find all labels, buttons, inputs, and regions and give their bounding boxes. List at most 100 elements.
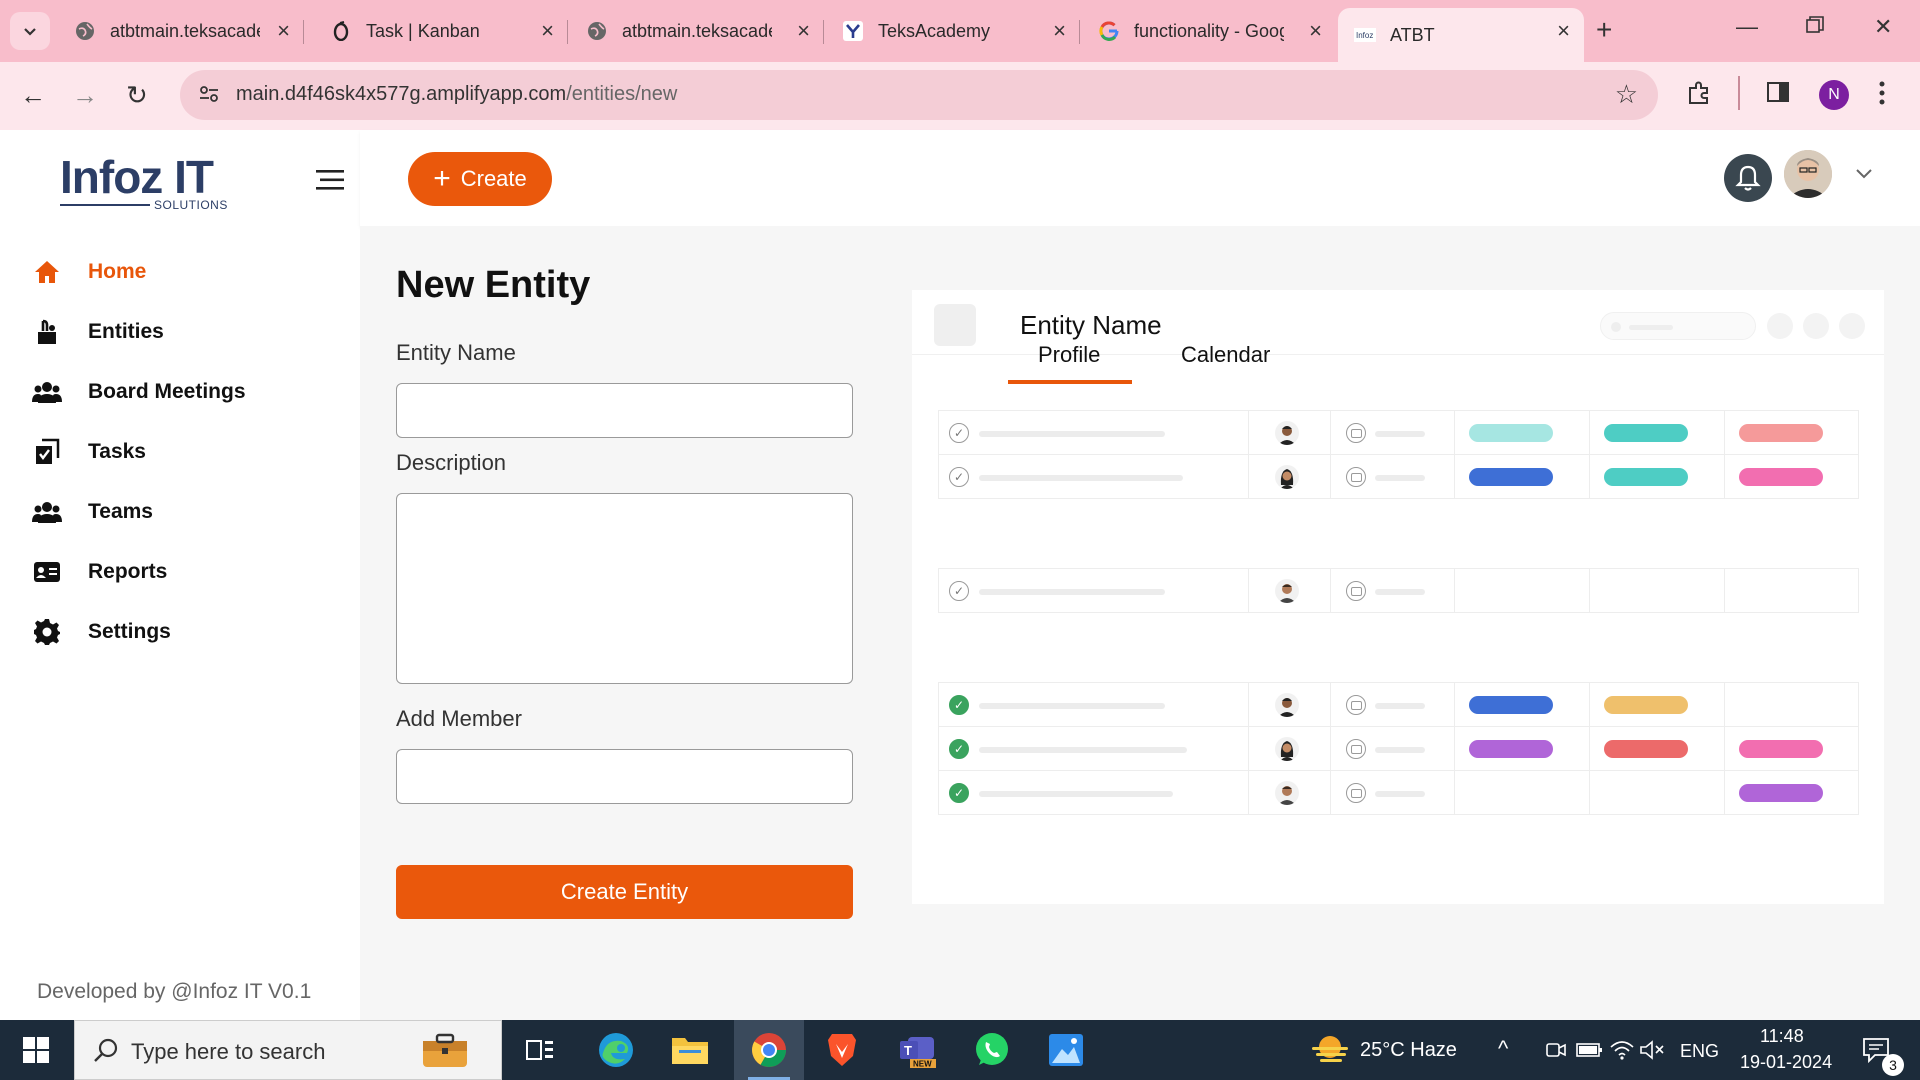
hamburger-menu-icon[interactable] xyxy=(316,170,344,195)
close-window-button[interactable]: ✕ xyxy=(1874,14,1892,40)
add-member-input[interactable] xyxy=(396,749,853,804)
chrome-icon xyxy=(752,1033,786,1067)
tab-profile[interactable]: Profile xyxy=(1038,342,1100,368)
search-placeholder: Type here to search xyxy=(131,1039,326,1064)
forward-button[interactable]: → xyxy=(72,80,98,111)
chevron-down-icon[interactable] xyxy=(1856,166,1872,184)
tab-label: atbtmain.teksacademy xyxy=(622,20,772,41)
table-row: ✓ xyxy=(938,726,1859,771)
active-tab-indicator xyxy=(1008,380,1132,384)
sidebar-item-reports[interactable]: Reports xyxy=(32,552,167,592)
sidebar-item-label: Teams xyxy=(88,500,153,523)
extensions-icon[interactable] xyxy=(1686,80,1712,111)
users-group-icon xyxy=(32,377,62,407)
sidebar-item-label: Home xyxy=(88,260,147,283)
volume-muted-icon[interactable] xyxy=(1630,1028,1674,1072)
developer-footer: Developed by @Infoz IT V0.1 xyxy=(37,980,312,1003)
google-icon xyxy=(1098,20,1120,42)
browser-tab-3[interactable]: atbtmain.teksacademy × xyxy=(570,8,824,54)
side-panel-icon[interactable] xyxy=(1766,80,1790,109)
chevron-up-icon[interactable]: ^ xyxy=(1498,1036,1508,1062)
weather-widget[interactable] xyxy=(1308,1028,1352,1072)
tasks-icon xyxy=(32,437,62,467)
restore-button[interactable] xyxy=(1806,14,1824,40)
edge-app[interactable] xyxy=(594,1028,638,1072)
placeholder-line xyxy=(979,475,1183,481)
browser-tab-active[interactable]: Infoz ATBT × xyxy=(1338,8,1584,62)
bell-icon xyxy=(1735,165,1761,191)
site-settings-icon[interactable] xyxy=(198,83,220,110)
create-entity-button[interactable]: Create Entity xyxy=(396,865,853,919)
chrome-app[interactable] xyxy=(747,1028,791,1072)
sidebar-item-board-meetings[interactable]: Board Meetings xyxy=(32,372,246,412)
avatar xyxy=(1275,737,1299,761)
close-icon[interactable]: × xyxy=(1053,20,1066,42)
globe-icon xyxy=(74,20,96,42)
sidebar-item-entities[interactable]: Entities xyxy=(32,312,164,352)
language-indicator[interactable]: ENG xyxy=(1680,1041,1719,1062)
browser-tab-2[interactable]: Task | Kanban × xyxy=(314,8,568,54)
browser-tab-5[interactable]: functionality - Google × xyxy=(1082,8,1336,54)
description-label: Description xyxy=(396,450,507,475)
minimize-button[interactable]: — xyxy=(1736,14,1758,40)
sidebar-item-tasks[interactable]: Tasks xyxy=(32,432,146,472)
home-icon xyxy=(32,257,62,287)
clock-time[interactable]: 11:48 xyxy=(1760,1026,1804,1047)
whatsapp-app[interactable] xyxy=(970,1028,1014,1072)
tab-calendar[interactable]: Calendar xyxy=(1181,342,1270,368)
create-button[interactable]: + Create xyxy=(408,152,552,206)
placeholder-line xyxy=(979,703,1165,709)
avatar xyxy=(1275,781,1299,805)
sidebar-item-settings[interactable]: Settings xyxy=(32,612,171,652)
divider xyxy=(1738,76,1740,110)
teams-app[interactable]: T NEW xyxy=(896,1028,940,1072)
file-explorer-app[interactable] xyxy=(668,1028,712,1072)
close-icon[interactable]: × xyxy=(1309,20,1322,42)
menu-dots-icon[interactable] xyxy=(1878,80,1886,111)
task-view-button[interactable] xyxy=(518,1028,562,1072)
infoz-icon: Infoz xyxy=(1354,24,1376,46)
brave-app[interactable] xyxy=(820,1028,864,1072)
description-textarea[interactable] xyxy=(396,493,853,684)
tab-label: Task | Kanban xyxy=(366,20,480,41)
close-icon[interactable]: × xyxy=(797,20,810,42)
close-icon[interactable]: × xyxy=(1557,20,1570,42)
url-field[interactable]: main.d4f46sk4x577g.amplifyapp.com/entiti… xyxy=(180,70,1658,120)
clock-date[interactable]: 19-01-2024 xyxy=(1740,1052,1832,1073)
back-button[interactable]: ← xyxy=(20,80,46,111)
sidebar-item-label: Reports xyxy=(88,560,168,583)
logo-underline xyxy=(60,204,150,206)
status-tag xyxy=(1469,424,1553,442)
browser-tab-4[interactable]: TeksAcademy × xyxy=(826,8,1080,54)
browser-address-bar: ← → ↻ main.d4f46sk4x577g.amplifyapp.com/… xyxy=(0,62,1920,130)
status-tag xyxy=(1739,740,1823,758)
status-tag xyxy=(1469,468,1553,486)
profile-avatar[interactable]: N xyxy=(1819,80,1849,110)
sidebar-item-teams[interactable]: Teams xyxy=(32,492,153,532)
photos-app[interactable] xyxy=(1044,1028,1088,1072)
windows-start-button[interactable] xyxy=(14,1028,58,1072)
entity-name-label: Entity Name xyxy=(396,340,516,365)
reload-button[interactable]: ↻ xyxy=(126,80,148,111)
browser-tab-1[interactable]: atbtmain.teksacademy × xyxy=(58,8,304,54)
entity-name-input[interactable] xyxy=(396,383,853,438)
url-text: main.d4f46sk4x577g.amplifyapp.com/entiti… xyxy=(236,83,678,105)
tab-search-button[interactable] xyxy=(10,12,50,50)
sidebar-item-label: Settings xyxy=(88,620,171,643)
user-avatar[interactable] xyxy=(1784,150,1832,198)
placeholder-line xyxy=(979,589,1165,595)
plus-icon: + xyxy=(433,162,451,195)
tab-label: atbtmain.teksacademy xyxy=(110,20,260,41)
star-icon[interactable]: ☆ xyxy=(1615,79,1638,110)
entity-image-placeholder xyxy=(934,304,976,346)
taskbar-search-box[interactable]: Type here to search xyxy=(74,1020,502,1080)
chevron-down-icon xyxy=(24,28,36,36)
sidebar-item-home[interactable]: Home xyxy=(32,252,146,292)
tab-label: functionality - Google xyxy=(1134,20,1284,41)
new-tab-button[interactable]: + xyxy=(1596,14,1612,46)
status-tag xyxy=(1469,696,1553,714)
notifications-button[interactable] xyxy=(1724,154,1772,202)
calendar-icon xyxy=(1346,467,1366,487)
close-icon[interactable]: × xyxy=(277,20,290,42)
close-icon[interactable]: × xyxy=(541,20,554,42)
